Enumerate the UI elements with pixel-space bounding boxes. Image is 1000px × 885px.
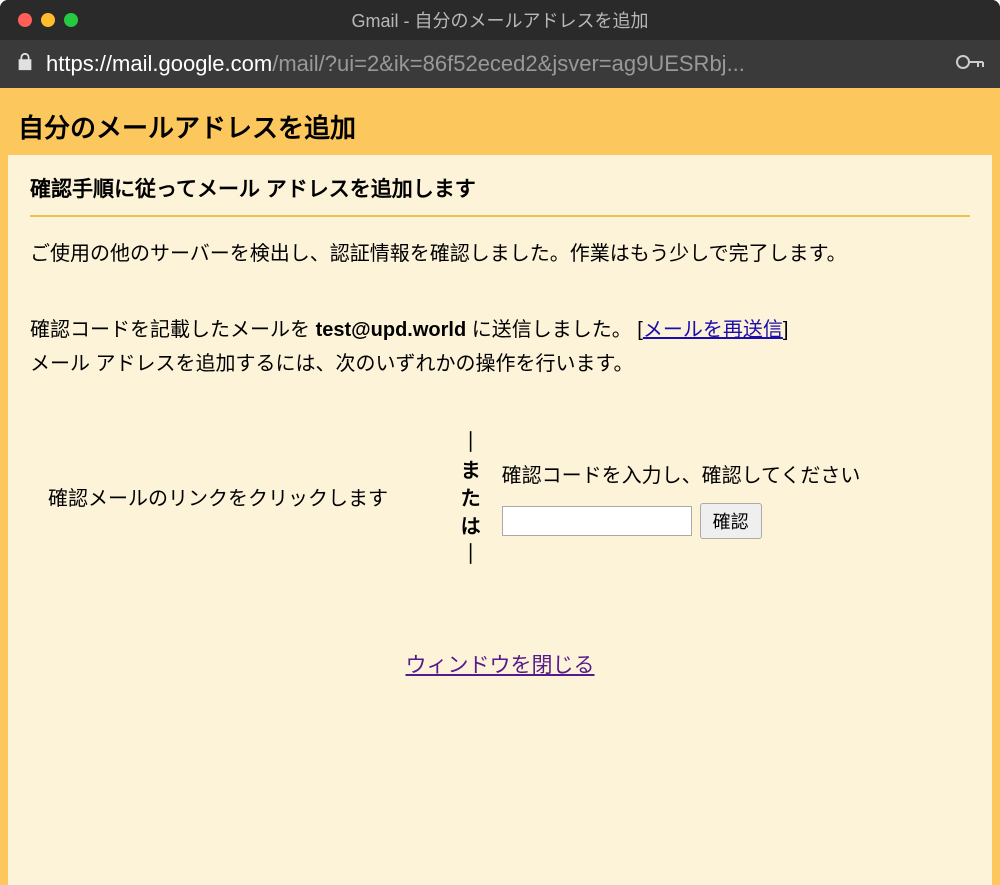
browser-window: Gmail - 自分のメールアドレスを追加 https://mail.googl…: [0, 0, 1000, 885]
titlebar: Gmail - 自分のメールアドレスを追加: [0, 0, 1000, 40]
close-row: ウィンドウを閉じる: [30, 649, 970, 679]
url-text: https://mail.google.com/mail/?ui=2&ik=86…: [46, 51, 944, 77]
address-bar[interactable]: https://mail.google.com/mail/?ui=2&ik=86…: [0, 40, 1000, 88]
window-controls: [0, 13, 78, 27]
verification-options: 確認メールのリンクをクリックします ｜ ま た は ｜ 確認コードを入力し、確認…: [30, 429, 970, 569]
option-enter-code: 確認コードを入力し、確認してください 確認: [502, 459, 952, 539]
page-content: 自分のメールアドレスを追加 確認手順に従ってメール アドレスを追加します ご使用…: [0, 88, 1000, 885]
content-panel: 確認手順に従ってメール アドレスを追加します ご使用の他のサーバーを検出し、認証…: [8, 155, 992, 885]
minimize-window-button[interactable]: [41, 13, 55, 27]
enter-code-label: 確認コードを入力し、確認してください: [502, 459, 952, 493]
verification-code-input[interactable]: [502, 506, 692, 536]
info-line-2: 確認コードを記載したメールを test@upd.world に送信しました。 […: [30, 313, 970, 347]
body-text: ご使用の他のサーバーを検出し、認証情報を確認しました。作業はもう少しで完了します…: [30, 237, 970, 381]
option-separator: ｜ ま た は ｜: [458, 429, 484, 569]
sent-email-address: test@upd.world: [316, 319, 467, 341]
key-icon[interactable]: [956, 54, 984, 75]
confirm-button[interactable]: 確認: [700, 503, 762, 539]
sub-header: 確認手順に従ってメール アドレスを追加します: [30, 173, 970, 215]
url-host: https://mail.google.com: [46, 51, 272, 76]
url-path: /mail/?ui=2&ik=86f52eced2&jsver=ag9UESRb…: [272, 51, 745, 76]
close-window-button[interactable]: [18, 13, 32, 27]
lock-icon: [16, 52, 34, 77]
info-line-1: ご使用の他のサーバーを検出し、認証情報を確認しました。作業はもう少しで完了します…: [30, 237, 970, 271]
page-header: 自分のメールアドレスを追加: [8, 96, 992, 155]
option-click-link: 確認メールのリンクをクリックします: [48, 482, 440, 516]
close-window-link[interactable]: ウィンドウを閉じる: [406, 654, 595, 677]
resend-email-link[interactable]: メールを再送信: [643, 319, 783, 341]
page-title: 自分のメールアドレスを追加: [18, 108, 982, 145]
info-line-3: メール アドレスを追加するには、次のいずれかの操作を行います。: [30, 347, 970, 381]
maximize-window-button[interactable]: [64, 13, 78, 27]
window-title: Gmail - 自分のメールアドレスを追加: [0, 7, 1000, 33]
divider: [30, 215, 970, 217]
